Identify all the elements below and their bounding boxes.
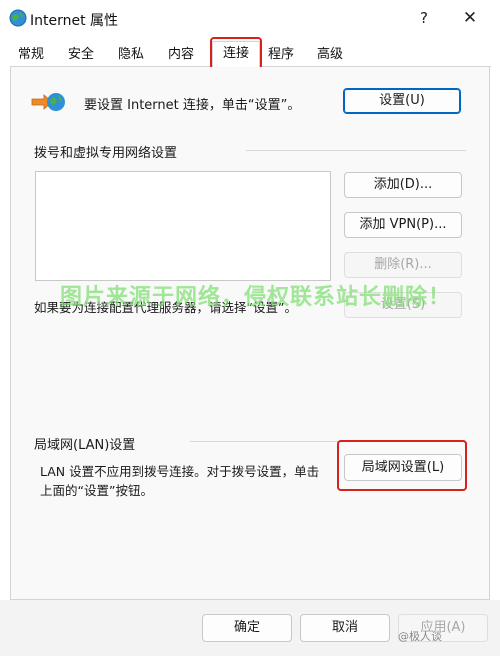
internet-globe-icon	[9, 9, 27, 27]
ok-button[interactable]: 确定	[202, 614, 292, 642]
tab-privacy[interactable]: 隐私	[112, 44, 150, 66]
add-vpn-button[interactable]: 添加 VPN(P)...	[344, 212, 462, 238]
connection-wizard-icon	[30, 90, 66, 114]
close-button[interactable]: ✕	[456, 4, 484, 32]
connections-list[interactable]	[35, 171, 331, 281]
window-title: Internet 属性	[30, 13, 119, 29]
cancel-button[interactable]: 取消	[300, 614, 390, 642]
setup-button[interactable]: 设置(U)	[343, 88, 461, 114]
title-bar: Internet 属性 ? ✕	[0, 0, 500, 36]
setup-instruction: 要设置 Internet 连接，单击“设置”。	[84, 98, 301, 113]
tab-programs[interactable]: 程序	[263, 44, 299, 66]
tab-general[interactable]: 常规	[14, 44, 48, 66]
source-watermark: @极人谈	[398, 630, 442, 643]
lan-instruction-line1: LAN 设置不应用到拨号连接。对于拨号设置，单击	[40, 464, 320, 479]
dialup-group-line	[246, 150, 466, 151]
tab-highlight-box	[210, 37, 262, 70]
tab-content[interactable]: 内容	[162, 44, 200, 66]
dialup-group-heading: 拨号和虚拟专用网络设置	[34, 146, 178, 161]
tab-advanced[interactable]: 高级	[311, 44, 349, 66]
help-button[interactable]: ?	[410, 4, 438, 32]
lan-group-heading: 局域网(LAN)设置	[34, 438, 136, 453]
lan-button-highlight-box	[337, 440, 467, 491]
lan-instruction-line2: 上面的“设置”按钮。	[40, 483, 153, 498]
remove-button[interactable]: 删除(R)...	[344, 252, 462, 278]
watermark-text: 图片来源于网络，侵权联系站长删除！	[60, 285, 452, 310]
add-button[interactable]: 添加(D)...	[344, 172, 462, 198]
tab-security[interactable]: 安全	[62, 44, 100, 66]
